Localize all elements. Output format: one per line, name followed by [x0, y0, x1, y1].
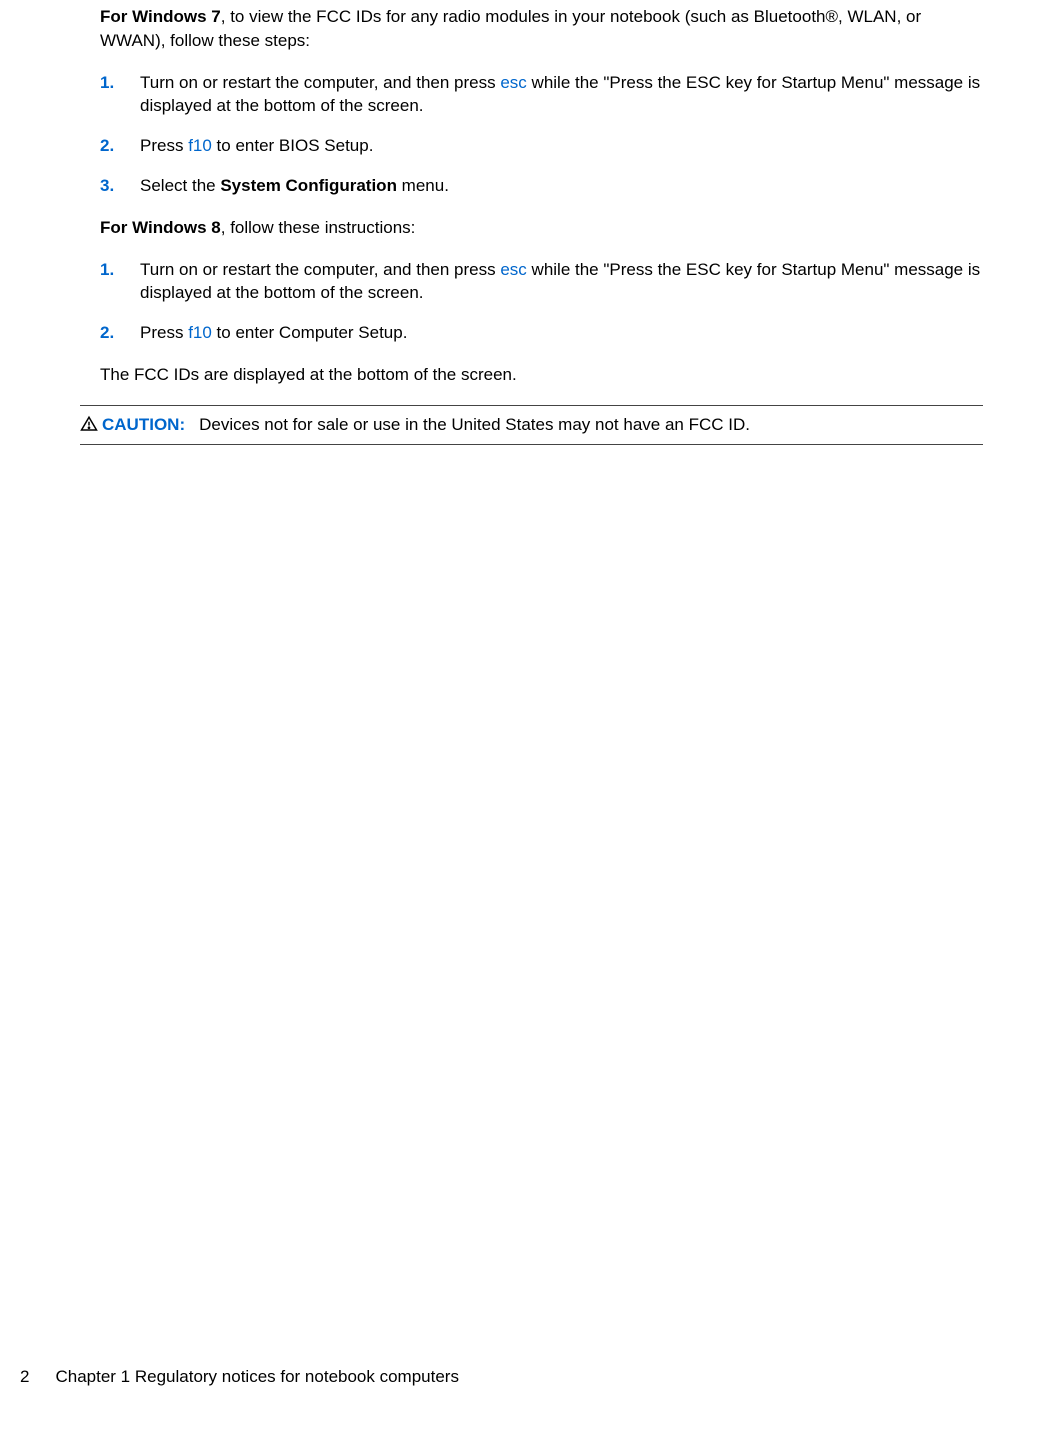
bold-text: System Configuration: [220, 176, 397, 195]
step-number: 1.: [100, 71, 140, 119]
step-text: Turn on or restart the computer, and the…: [140, 71, 983, 119]
step-number: 2.: [100, 321, 140, 345]
key-name: f10: [188, 136, 212, 155]
warning-icon: [80, 415, 98, 433]
caution-box: CAUTION: Devices not for sale or use in …: [80, 405, 983, 445]
step-number: 3.: [100, 174, 140, 198]
list-item: 2. Press f10 to enter BIOS Setup.: [100, 134, 983, 158]
step-number: 1.: [100, 258, 140, 306]
step-number: 2.: [100, 134, 140, 158]
list-item: 2. Press f10 to enter Computer Setup.: [100, 321, 983, 345]
closing-paragraph: The FCC IDs are displayed at the bottom …: [100, 363, 983, 387]
list-item: 1. Turn on or restart the computer, and …: [100, 258, 983, 306]
page-number: 2: [20, 1365, 29, 1389]
step-text: Press f10 to enter Computer Setup.: [140, 321, 983, 345]
chapter-title: Chapter 1 Regulatory notices for noteboo…: [55, 1365, 459, 1389]
step-text: Select the System Configuration menu.: [140, 174, 983, 198]
caution-text: Devices not for sale or use in the Unite…: [199, 413, 750, 437]
intro-win8-bold: For Windows 8: [100, 218, 221, 237]
steps-win8: 1. Turn on or restart the computer, and …: [100, 258, 983, 345]
intro-win7-rest: , to view the FCC IDs for any radio modu…: [100, 7, 921, 50]
page-footer: 2 Chapter 1 Regulatory notices for noteb…: [0, 1365, 1053, 1389]
key-name: f10: [188, 323, 212, 342]
step-text: Turn on or restart the computer, and the…: [140, 258, 983, 306]
list-item: 3. Select the System Configuration menu.: [100, 174, 983, 198]
intro-win7-bold: For Windows 7: [100, 7, 221, 26]
intro-win8-rest: , follow these instructions:: [221, 218, 416, 237]
document-body: For Windows 7, to view the FCC IDs for a…: [0, 0, 1053, 445]
intro-win8: For Windows 8, follow these instructions…: [100, 216, 983, 240]
steps-win7: 1. Turn on or restart the computer, and …: [100, 71, 983, 198]
list-item: 1. Turn on or restart the computer, and …: [100, 71, 983, 119]
key-name: esc: [500, 260, 526, 279]
caution-label: CAUTION:: [102, 413, 185, 437]
step-text: Press f10 to enter BIOS Setup.: [140, 134, 983, 158]
intro-win7: For Windows 7, to view the FCC IDs for a…: [100, 5, 983, 53]
key-name: esc: [500, 73, 526, 92]
